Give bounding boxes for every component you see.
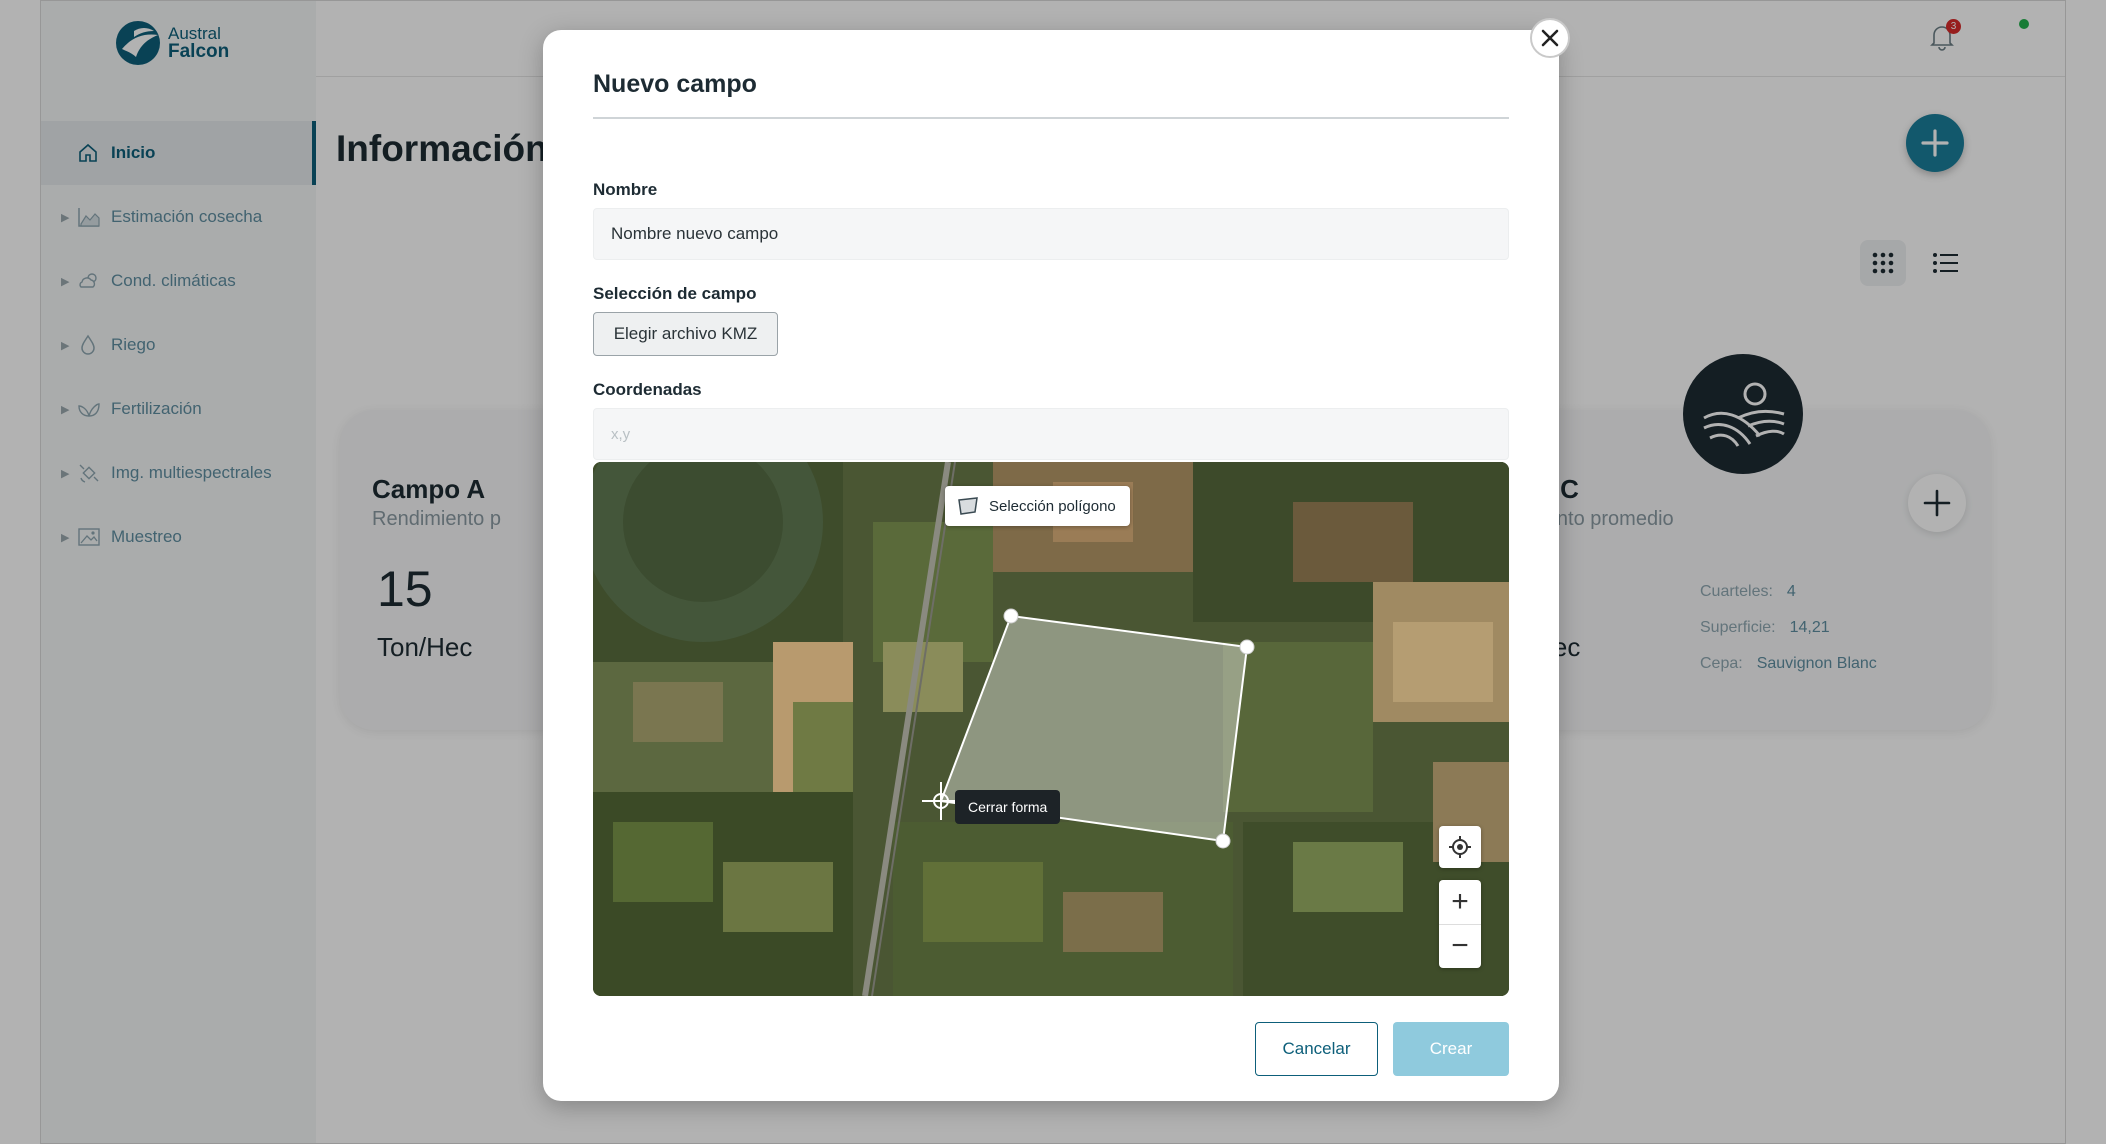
close-icon <box>1541 29 1559 47</box>
cancel-button[interactable]: Cancelar <box>1255 1022 1378 1076</box>
zoom-out-button[interactable]: − <box>1439 924 1481 968</box>
close-shape-tooltip: Cerrar forma <box>955 790 1061 824</box>
divider <box>593 117 1509 119</box>
polygon-tool-label: Selección polígono <box>989 497 1116 515</box>
locate-icon <box>1449 836 1471 858</box>
coords-input[interactable]: x,y <box>593 408 1509 460</box>
name-label: Nombre <box>593 180 658 199</box>
polygon-select-tool[interactable]: Selección polígono <box>945 486 1130 526</box>
modal-title: Nuevo campo <box>593 70 757 98</box>
new-field-modal: Nuevo campo Nombre Nombre nuevo campo Se… <box>543 30 1559 1101</box>
satellite-map[interactable]: Selección polígono Cerrar forma + − <box>593 462 1509 996</box>
zoom-control: + − <box>1439 880 1481 968</box>
name-input[interactable]: Nombre nuevo campo <box>593 208 1509 260</box>
choose-kmz-button[interactable]: Elegir archivo KMZ <box>593 312 778 356</box>
create-button[interactable]: Crear <box>1393 1022 1509 1076</box>
coords-label: Coordenadas <box>593 380 702 399</box>
polygon-icon <box>958 497 978 515</box>
selection-label: Selección de campo <box>593 284 757 303</box>
map-imagery <box>593 462 1509 996</box>
locate-button[interactable] <box>1439 826 1481 868</box>
close-modal-button[interactable] <box>1530 18 1570 58</box>
zoom-in-button[interactable]: + <box>1439 880 1481 924</box>
